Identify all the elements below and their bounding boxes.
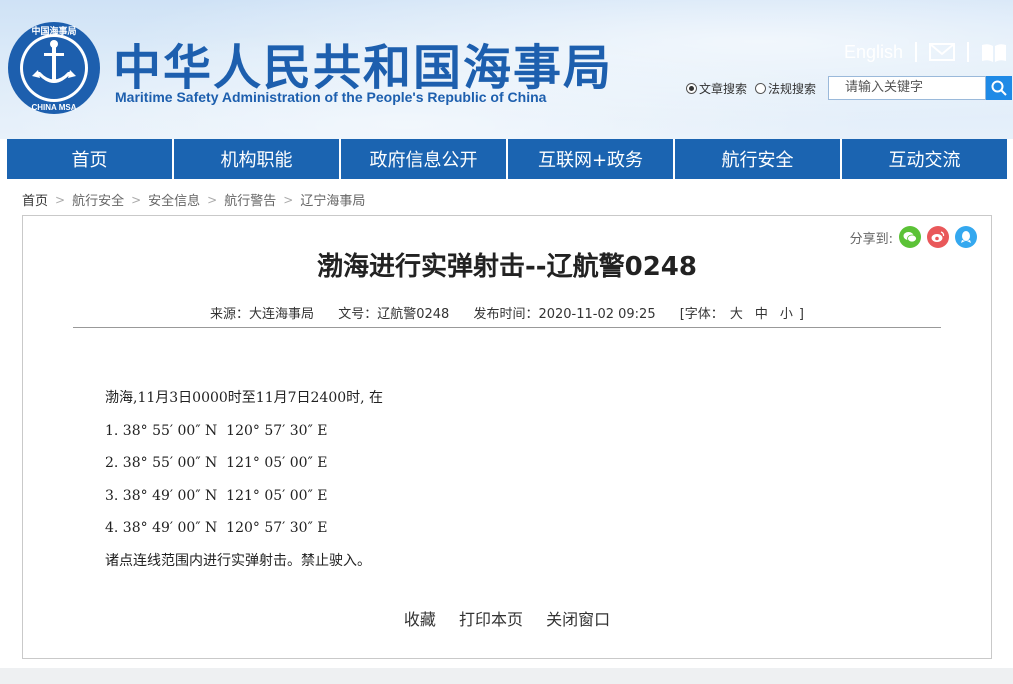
search-bar: 文章搜索 法规搜索 请输入关键字 [686,75,1013,101]
breadcrumb-item[interactable]: 航行安全 [72,190,124,209]
search-option-label: 文章搜索 [699,81,748,96]
site-header: 中国海事局 CHINA MSA 中华人民共和国海事局 Maritime Safe… [0,0,1013,139]
breadcrumb-separator: > [207,192,218,207]
site-title-cn: 中华人民共和国海事局 [113,40,614,96]
book-icon[interactable] [981,42,1007,62]
article-body: 渤海,11月3日0000时至11月7日2400时, 在 1. 38° 55′ 0… [105,387,383,582]
nav-item-nav-safety[interactable]: 航行安全 [675,139,842,179]
breadcrumb-item[interactable]: 首页 [22,190,48,209]
separator [967,42,969,62]
article-paragraph: 4. 38° 49′ 00″ N 120° 57′ 30″ E [105,520,328,536]
article-container: 分享到: 渤海进行实弹射击--辽航警0248 来源：大连海事局 文号：辽航警02… [22,215,992,659]
divider [73,327,941,328]
font-size-medium[interactable]: 中 [755,307,768,322]
breadcrumb-item[interactable]: 航行警告 [224,190,276,209]
article-source: 来源：大连海事局 [210,307,315,322]
search-button[interactable] [986,76,1013,100]
breadcrumb: 首页 > 航行安全 > 安全信息 > 航行警告 > 辽宁海事局 [22,190,365,210]
breadcrumb-separator: > [55,192,66,207]
nav-item-home[interactable]: 首页 [7,139,174,179]
top-links: English [844,40,1007,64]
article-paragraph: 渤海,11月3日0000时至11月7日2400时, 在 [105,390,384,406]
article-paragraph: 诸点连线范围内进行实弹射击。禁止驶入。 [105,552,371,569]
separator [915,42,917,62]
qq-icon[interactable] [955,226,977,248]
font-size-label: [字体： [679,307,724,322]
main-nav: 首页 机构职能 政府信息公开 互联网+政务 航行安全 互动交流 [7,139,1007,179]
favorite-link[interactable]: 收藏 [404,610,436,629]
share-label: 分享到: [849,231,893,247]
breadcrumb-separator: > [283,192,294,207]
article-doc-number: 文号：辽航警0248 [338,307,450,322]
nav-item-internet-gov[interactable]: 互联网+政务 [508,139,675,179]
article-meta: 来源：大连海事局 文号：辽航警0248 发布时间：2020-11-02 09:2… [23,303,991,322]
breadcrumb-separator: > [131,192,142,207]
article-publish-time: 发布时间：2020-11-02 09:25 [473,307,656,322]
search-option-label: 法规搜索 [768,81,817,96]
weibo-icon[interactable] [927,226,949,248]
radio-button[interactable] [755,82,767,94]
site-title-en: Maritime Safety Administration of the Pe… [115,89,547,105]
article-paragraph: 1. 38° 55′ 00″ N 120° 57′ 30″ E [105,422,328,439]
article-paragraph: 3. 38° 49′ 00″ N 121° 05′ 00″ E [105,487,328,504]
radio-button[interactable] [686,82,697,94]
nav-item-interaction[interactable]: 互动交流 [842,139,1007,179]
msa-logo[interactable]: 中国海事局 CHINA MSA [6,20,102,116]
nav-item-gov-info[interactable]: 政府信息公开 [341,139,508,179]
font-size-close: ] [798,307,804,322]
logo-text-cn: 中国海事局 [31,25,76,37]
search-option-law[interactable]: 法规搜索 [755,80,816,97]
font-size-small[interactable]: 小 [780,307,793,322]
english-link[interactable]: English [844,42,903,63]
print-link[interactable]: 打印本页 [459,610,523,629]
search-option-article[interactable]: 文章搜索 [686,80,747,97]
breadcrumb-item[interactable]: 安全信息 [148,190,200,209]
close-window-link[interactable]: 关闭窗口 [546,610,610,629]
mail-icon[interactable] [929,42,955,62]
article-paragraph: 2. 38° 55′ 00″ N 121° 05′ 00″ E [105,455,328,471]
logo-text-en: CHINA MSA [31,103,76,112]
breadcrumb-item[interactable]: 辽宁海事局 [300,190,365,209]
search-input[interactable]: 请输入关键字 [828,76,987,100]
page-footer-strip [0,668,1013,684]
article-actions: 收藏 打印本页 关闭窗口 [23,606,991,630]
article-title: 渤海进行实弹射击--辽航警0248 [317,252,697,282]
search-icon [991,80,1007,96]
font-size-switcher: [字体： 大中小] [680,307,804,322]
font-size-large[interactable]: 大 [730,307,743,322]
nav-item-functions[interactable]: 机构职能 [174,139,341,179]
share-bar: 分享到: [850,226,977,248]
wechat-icon[interactable] [899,226,921,248]
